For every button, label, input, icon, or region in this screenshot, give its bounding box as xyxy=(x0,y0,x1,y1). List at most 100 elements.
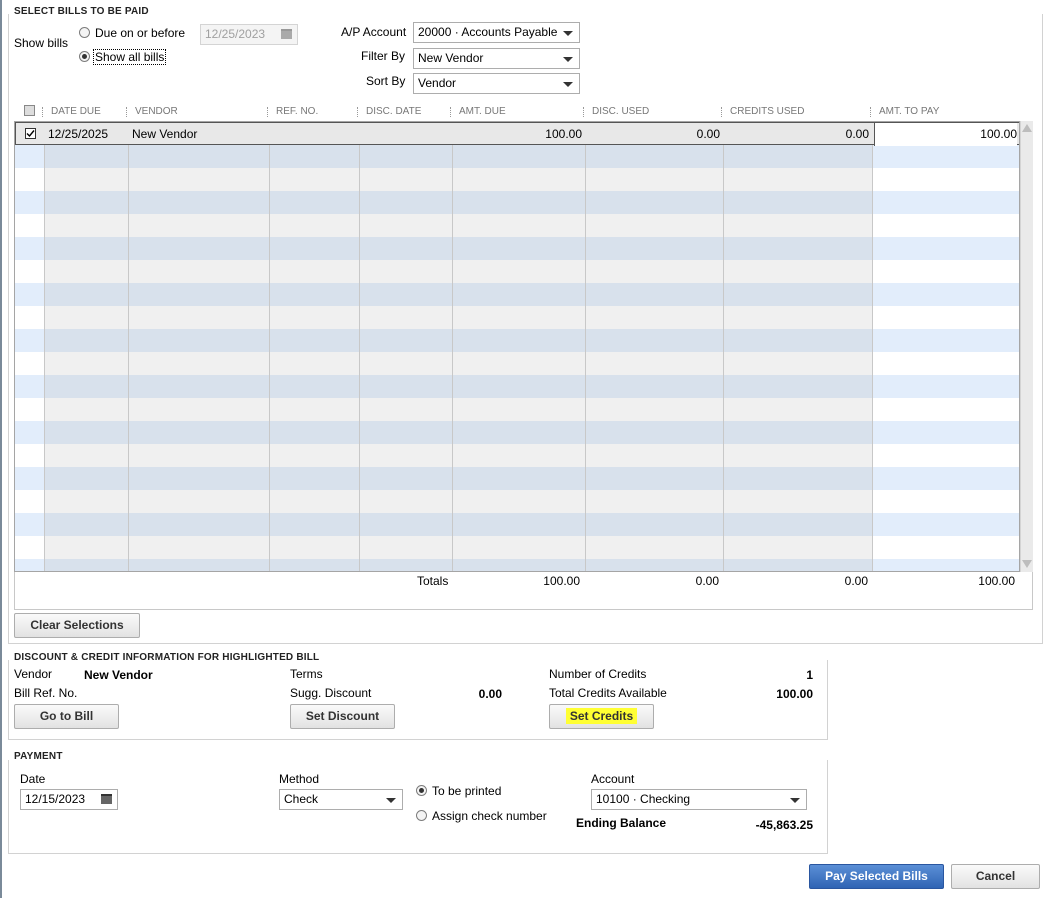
chevron-down-icon xyxy=(563,82,573,87)
payment-date-value: 12/15/2023 xyxy=(25,792,86,806)
set-discount-button[interactable]: Set Discount xyxy=(290,704,395,729)
sort-by-value: Vendor xyxy=(418,76,457,90)
total-credits-label: Total Credits Available xyxy=(549,686,667,700)
grid-line xyxy=(723,122,724,571)
chevron-down-icon xyxy=(563,31,573,36)
calendar-icon[interactable] xyxy=(101,794,112,804)
show-bills-label: Show bills xyxy=(14,36,69,50)
show-all-bills-radio[interactable] xyxy=(79,51,90,62)
filter-by-label: Filter By xyxy=(361,49,406,63)
ending-balance-label: Ending Balance xyxy=(576,816,667,830)
set-credits-button[interactable]: Set Credits xyxy=(549,704,654,729)
payment-account-value: 10100 · Checking xyxy=(596,792,691,806)
column-separator xyxy=(126,107,128,117)
payment-date-label: Date xyxy=(20,772,46,786)
column-separator xyxy=(721,107,723,117)
due-on-or-before-radio[interactable] xyxy=(79,27,90,38)
due-on-or-before-label[interactable]: Due on or before xyxy=(95,26,185,40)
set-credits-label: Set Credits xyxy=(565,708,638,724)
discount-credit-title: DISCOUNT & CREDIT INFORMATION FOR HIGHLI… xyxy=(14,652,320,663)
assign-check-number-radio[interactable] xyxy=(416,810,427,821)
go-to-bill-button[interactable]: Go to Bill xyxy=(14,704,119,729)
payment-account-dropdown[interactable]: 10100 · Checking xyxy=(591,789,807,810)
scroll-down-icon[interactable] xyxy=(1022,560,1032,568)
select-all-checkbox[interactable] xyxy=(24,105,35,116)
col-header-credits-used[interactable]: CREDITS USED xyxy=(730,105,804,119)
grid-line xyxy=(44,122,45,571)
col-header-disc-used[interactable]: DISC. USED xyxy=(592,105,649,119)
grid-line xyxy=(269,122,270,571)
terms-label: Terms xyxy=(290,667,323,681)
method-dropdown[interactable]: Check xyxy=(279,789,403,810)
checkmark-icon xyxy=(26,130,35,138)
cell-amt-to-pay[interactable]: 100.00 xyxy=(874,123,1017,146)
col-header-amt-due[interactable]: AMT. DUE xyxy=(459,105,506,119)
payment-title: PAYMENT xyxy=(14,751,63,762)
grid-line xyxy=(585,122,586,571)
sort-by-label: Sort By xyxy=(366,74,406,88)
column-separator xyxy=(357,107,359,117)
sugg-discount-label: Sugg. Discount xyxy=(290,686,372,700)
sugg-discount-value: 0.00 xyxy=(478,687,502,701)
grid-shaded-columns xyxy=(44,122,873,571)
to-be-printed-label[interactable]: To be printed xyxy=(432,784,501,798)
total-disc-used: 0.00 xyxy=(695,574,719,588)
number-of-credits-label: Number of Credits xyxy=(549,667,647,681)
method-label: Method xyxy=(279,772,320,786)
cancel-button[interactable]: Cancel xyxy=(951,864,1040,889)
ap-account-value: 20000 · Accounts Payable xyxy=(418,25,558,39)
assign-check-number-label[interactable]: Assign check number xyxy=(432,809,547,823)
column-separator xyxy=(583,107,585,117)
bill-ref-label: Bill Ref. No. xyxy=(14,686,78,700)
chevron-down-icon xyxy=(790,798,800,803)
col-header-date-due[interactable]: DATE DUE xyxy=(51,105,101,119)
cell-disc-used: 0.00 xyxy=(696,127,720,141)
clear-selections-button[interactable]: Clear Selections xyxy=(14,613,140,638)
number-of-credits-value: 1 xyxy=(806,668,813,682)
window-left-edge xyxy=(0,0,2,898)
grid-line xyxy=(452,122,453,571)
column-separator xyxy=(870,107,872,117)
table-row[interactable]: 12/25/2025 New Vendor 100.00 0.00 0.00 1… xyxy=(15,122,1019,146)
grid-scrollbar[interactable] xyxy=(1020,121,1033,572)
col-header-amt-to-pay[interactable]: AMT. TO PAY xyxy=(879,105,939,119)
sort-by-dropdown[interactable]: Vendor xyxy=(413,73,580,94)
filter-by-dropdown[interactable]: New Vendor xyxy=(413,48,580,69)
dc-vendor-value: New Vendor xyxy=(84,668,153,682)
total-credits-used: 0.00 xyxy=(844,574,868,588)
cell-date-due: 12/25/2025 xyxy=(48,127,109,141)
dc-vendor-label: Vendor xyxy=(14,667,53,681)
chevron-down-icon xyxy=(563,57,573,62)
total-amt-to-pay: 100.00 xyxy=(978,574,1015,588)
column-separator xyxy=(450,107,452,117)
column-separator xyxy=(267,107,269,117)
show-all-bills-label[interactable]: Show all bills xyxy=(93,49,167,65)
cell-vendor: New Vendor xyxy=(132,127,198,141)
col-header-ref-no[interactable]: REF. NO. xyxy=(276,105,318,119)
payment-date-field[interactable]: 12/15/2023 xyxy=(20,789,118,810)
total-credits-value: 100.00 xyxy=(776,687,813,701)
row-checkbox[interactable] xyxy=(25,128,36,139)
bills-grid[interactable]: 12/25/2025 New Vendor 100.00 0.00 0.00 1… xyxy=(14,121,1020,572)
ap-account-dropdown[interactable]: 20000 · Accounts Payable xyxy=(413,22,580,43)
totals-label: Totals xyxy=(417,574,449,588)
due-date-field[interactable]: 12/25/2023 xyxy=(200,24,298,45)
calendar-icon[interactable] xyxy=(281,29,292,39)
grid-line xyxy=(359,122,360,571)
col-header-disc-date[interactable]: DISC. DATE xyxy=(366,105,421,119)
chevron-down-icon xyxy=(386,798,396,803)
to-be-printed-radio[interactable] xyxy=(416,785,427,796)
method-value: Check xyxy=(284,792,319,806)
payment-account-label: Account xyxy=(591,772,635,786)
col-header-vendor[interactable]: VENDOR xyxy=(135,105,178,119)
ap-account-label: A/P Account xyxy=(341,25,407,39)
select-bills-title: SELECT BILLS TO BE PAID xyxy=(14,6,149,17)
scroll-up-icon[interactable] xyxy=(1022,124,1032,132)
filter-by-value: New Vendor xyxy=(418,51,484,65)
ending-balance-value: -45,863.25 xyxy=(755,818,813,832)
pay-selected-bills-button[interactable]: Pay Selected Bills xyxy=(809,864,944,889)
cell-credits-used: 0.00 xyxy=(845,127,869,141)
grid-line xyxy=(872,122,873,571)
due-date-value: 12/25/2023 xyxy=(205,27,266,41)
total-amt-due: 100.00 xyxy=(543,574,580,588)
